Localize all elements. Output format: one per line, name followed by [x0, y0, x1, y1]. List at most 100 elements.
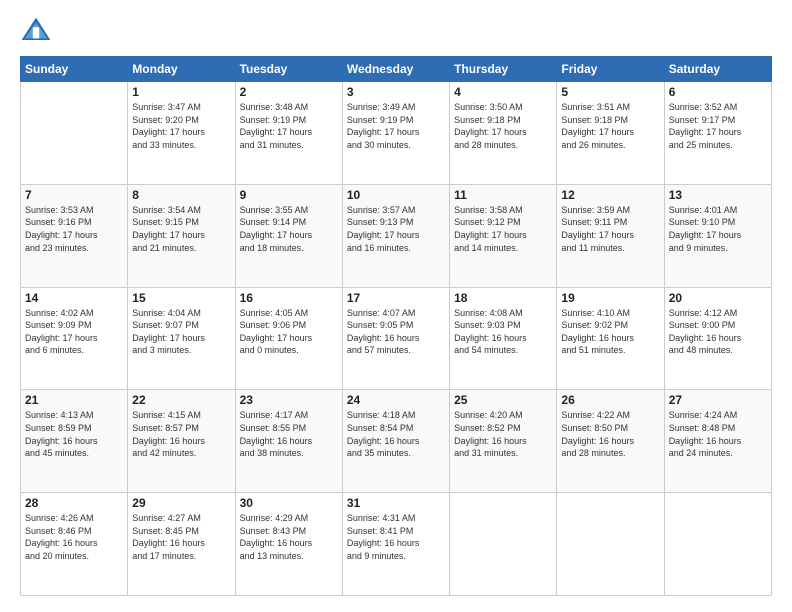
calendar-cell: 26Sunrise: 4:22 AM Sunset: 8:50 PM Dayli… [557, 390, 664, 493]
day-number: 1 [132, 85, 230, 99]
day-number: 28 [25, 496, 123, 510]
day-number: 3 [347, 85, 445, 99]
day-info: Sunrise: 4:18 AM Sunset: 8:54 PM Dayligh… [347, 409, 445, 459]
week-row-3: 14 Sunrise: 4:02 AM Sunset: 9:09 PM Dayli… [21, 287, 772, 390]
weekday-wednesday: Wednesday [342, 57, 449, 82]
day-info: Sunrise: 3:58 AM Sunset: 9:12 PM Dayligh… [454, 204, 552, 254]
day-info: Sunrise: 3:51 AM Sunset: 9:18 PM Dayligh… [561, 101, 659, 151]
day-info: Sunrise: 3:59 AM Sunset: 9:11 PM Dayligh… [561, 204, 659, 254]
calendar-cell: 2 Sunrise: 3:48 AM Sunset: 9:19 PM Daylig… [235, 82, 342, 185]
day-number: 23 [240, 393, 338, 407]
day-number: 24 [347, 393, 445, 407]
day-number: 29 [132, 496, 230, 510]
day-number: 26 [561, 393, 659, 407]
day-info: Sunrise: 4:12 AM Sunset: 9:00 PM Dayligh… [669, 307, 767, 357]
weekday-tuesday: Tuesday [235, 57, 342, 82]
day-info: Sunrise: 4:04 AM Sunset: 9:07 PM Dayligh… [132, 307, 230, 357]
day-info: Sunrise: 4:13 AM Sunset: 8:59 PM Dayligh… [25, 409, 123, 459]
day-number: 13 [669, 188, 767, 202]
day-number: 19 [561, 291, 659, 305]
day-number: 4 [454, 85, 552, 99]
calendar-cell [664, 493, 771, 596]
day-info: Sunrise: 4:17 AM Sunset: 8:55 PM Dayligh… [240, 409, 338, 459]
day-number: 20 [669, 291, 767, 305]
calendar-cell: 20 Sunrise: 4:12 AM Sunset: 9:00 PM Dayli… [664, 287, 771, 390]
day-info: Sunrise: 4:08 AM Sunset: 9:03 PM Dayligh… [454, 307, 552, 357]
calendar-cell: 19 Sunrise: 4:10 AM Sunset: 9:02 PM Dayli… [557, 287, 664, 390]
week-row-5: 28Sunrise: 4:26 AM Sunset: 8:46 PM Dayli… [21, 493, 772, 596]
calendar-cell: 24 Sunrise: 4:18 AM Sunset: 8:54 PM Dayli… [342, 390, 449, 493]
day-number: 18 [454, 291, 552, 305]
day-number: 25 [454, 393, 552, 407]
calendar-cell: 4 Sunrise: 3:50 AM Sunset: 9:18 PM Daylig… [450, 82, 557, 185]
calendar-cell: 21 Sunrise: 4:13 AM Sunset: 8:59 PM Dayli… [21, 390, 128, 493]
calendar-cell: 9Sunrise: 3:55 AM Sunset: 9:14 PM Daylig… [235, 184, 342, 287]
calendar-cell: 31 Sunrise: 4:31 AM Sunset: 8:41 PM Dayli… [342, 493, 449, 596]
day-info: Sunrise: 3:47 AM Sunset: 9:20 PM Dayligh… [132, 101, 230, 151]
calendar-cell: 16 Sunrise: 4:05 AM Sunset: 9:06 PM Dayli… [235, 287, 342, 390]
day-info: Sunrise: 3:50 AM Sunset: 9:18 PM Dayligh… [454, 101, 552, 151]
day-info: Sunrise: 4:15 AM Sunset: 8:57 PM Dayligh… [132, 409, 230, 459]
calendar-cell: 5Sunrise: 3:51 AM Sunset: 9:18 PM Daylig… [557, 82, 664, 185]
day-number: 15 [132, 291, 230, 305]
day-number: 10 [347, 188, 445, 202]
logo-icon [20, 16, 52, 44]
weekday-saturday: Saturday [664, 57, 771, 82]
day-info: Sunrise: 4:10 AM Sunset: 9:02 PM Dayligh… [561, 307, 659, 357]
calendar-cell: 22Sunrise: 4:15 AM Sunset: 8:57 PM Dayli… [128, 390, 235, 493]
day-info: Sunrise: 3:53 AM Sunset: 9:16 PM Dayligh… [25, 204, 123, 254]
weekday-thursday: Thursday [450, 57, 557, 82]
day-number: 17 [347, 291, 445, 305]
week-row-1: 1 Sunrise: 3:47 AM Sunset: 9:20 PM Daylig… [21, 82, 772, 185]
day-number: 7 [25, 188, 123, 202]
calendar-cell: 10Sunrise: 3:57 AM Sunset: 9:13 PM Dayli… [342, 184, 449, 287]
calendar-cell: 1 Sunrise: 3:47 AM Sunset: 9:20 PM Daylig… [128, 82, 235, 185]
day-info: Sunrise: 4:29 AM Sunset: 8:43 PM Dayligh… [240, 512, 338, 562]
day-info: Sunrise: 4:05 AM Sunset: 9:06 PM Dayligh… [240, 307, 338, 357]
calendar-cell: 25 Sunrise: 4:20 AM Sunset: 8:52 PM Dayli… [450, 390, 557, 493]
day-info: Sunrise: 3:52 AM Sunset: 9:17 PM Dayligh… [669, 101, 767, 151]
weekday-header-row: SundayMondayTuesdayWednesdayThursdayFrid… [21, 57, 772, 82]
day-info: Sunrise: 4:01 AM Sunset: 9:10 PM Dayligh… [669, 204, 767, 254]
calendar-cell [450, 493, 557, 596]
calendar-cell: 11 Sunrise: 3:58 AM Sunset: 9:12 PM Dayli… [450, 184, 557, 287]
week-row-2: 7 Sunrise: 3:53 AM Sunset: 9:16 PM Daylig… [21, 184, 772, 287]
day-number: 2 [240, 85, 338, 99]
calendar-cell: 3 Sunrise: 3:49 AM Sunset: 9:19 PM Daylig… [342, 82, 449, 185]
weekday-sunday: Sunday [21, 57, 128, 82]
day-info: Sunrise: 4:02 AM Sunset: 9:09 PM Dayligh… [25, 307, 123, 357]
day-number: 21 [25, 393, 123, 407]
day-info: Sunrise: 3:48 AM Sunset: 9:19 PM Dayligh… [240, 101, 338, 151]
day-number: 31 [347, 496, 445, 510]
day-number: 8 [132, 188, 230, 202]
day-number: 30 [240, 496, 338, 510]
calendar-cell: 14 Sunrise: 4:02 AM Sunset: 9:09 PM Dayli… [21, 287, 128, 390]
calendar-cell: 8 Sunrise: 3:54 AM Sunset: 9:15 PM Daylig… [128, 184, 235, 287]
header [20, 16, 772, 44]
day-number: 9 [240, 188, 338, 202]
calendar-cell: 13 Sunrise: 4:01 AM Sunset: 9:10 PM Dayli… [664, 184, 771, 287]
day-number: 14 [25, 291, 123, 305]
day-info: Sunrise: 4:20 AM Sunset: 8:52 PM Dayligh… [454, 409, 552, 459]
calendar-cell: 17Sunrise: 4:07 AM Sunset: 9:05 PM Dayli… [342, 287, 449, 390]
weekday-friday: Friday [557, 57, 664, 82]
calendar-cell: 18 Sunrise: 4:08 AM Sunset: 9:03 PM Dayli… [450, 287, 557, 390]
calendar-cell [557, 493, 664, 596]
day-number: 6 [669, 85, 767, 99]
calendar-cell: 28Sunrise: 4:26 AM Sunset: 8:46 PM Dayli… [21, 493, 128, 596]
day-number: 11 [454, 188, 552, 202]
calendar: SundayMondayTuesdayWednesdayThursdayFrid… [20, 56, 772, 596]
day-number: 12 [561, 188, 659, 202]
calendar-cell: 7 Sunrise: 3:53 AM Sunset: 9:16 PM Daylig… [21, 184, 128, 287]
calendar-cell: 23 Sunrise: 4:17 AM Sunset: 8:55 PM Dayli… [235, 390, 342, 493]
day-info: Sunrise: 3:54 AM Sunset: 9:15 PM Dayligh… [132, 204, 230, 254]
day-info: Sunrise: 4:27 AM Sunset: 8:45 PM Dayligh… [132, 512, 230, 562]
page: SundayMondayTuesdayWednesdayThursdayFrid… [0, 0, 792, 612]
day-number: 16 [240, 291, 338, 305]
day-info: Sunrise: 3:49 AM Sunset: 9:19 PM Dayligh… [347, 101, 445, 151]
day-info: Sunrise: 4:31 AM Sunset: 8:41 PM Dayligh… [347, 512, 445, 562]
calendar-cell [21, 82, 128, 185]
weekday-monday: Monday [128, 57, 235, 82]
calendar-cell: 12 Sunrise: 3:59 AM Sunset: 9:11 PM Dayli… [557, 184, 664, 287]
logo [20, 16, 56, 44]
